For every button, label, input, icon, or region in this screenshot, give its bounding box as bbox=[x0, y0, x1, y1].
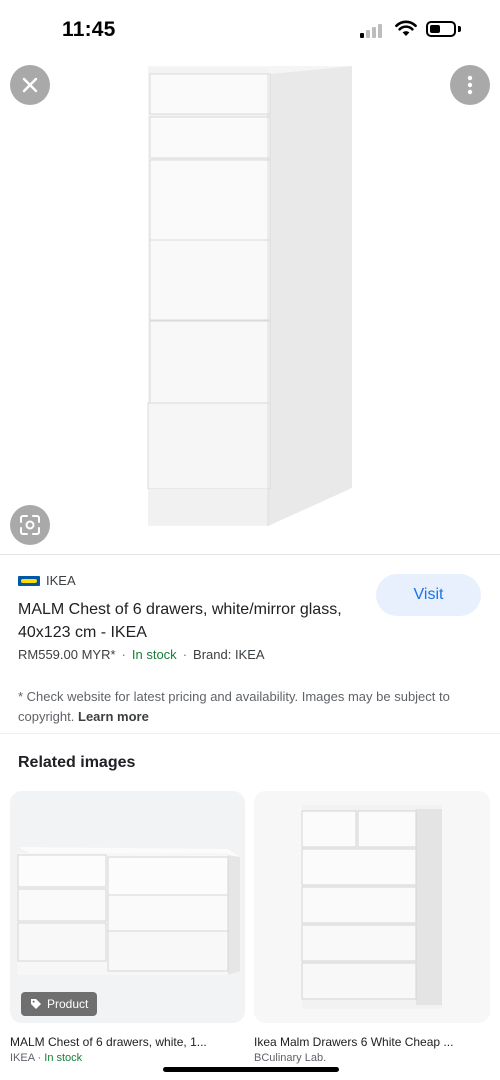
product-chip: Product bbox=[21, 992, 98, 1016]
related-images-heading: Related images bbox=[18, 754, 136, 771]
learn-more-link[interactable]: Learn more bbox=[78, 709, 149, 724]
cellular-signal-icon bbox=[360, 22, 386, 38]
product-image[interactable] bbox=[0, 56, 500, 550]
close-icon bbox=[22, 77, 38, 93]
related-image-thumbnail bbox=[254, 791, 490, 1023]
product-brand: Brand: IKEA bbox=[193, 647, 265, 662]
close-button[interactable] bbox=[10, 65, 50, 105]
source-row[interactable]: IKEA bbox=[18, 573, 76, 588]
more-vertical-icon bbox=[467, 75, 473, 95]
google-lens-icon bbox=[20, 515, 40, 535]
battery-level bbox=[430, 25, 440, 33]
status-bar: 11:45 bbox=[0, 0, 500, 56]
related-image-source: IKEA · In stock bbox=[10, 1052, 83, 1064]
product-title[interactable]: MALM Chest of 6 drawers, white/mirror gl… bbox=[18, 598, 358, 644]
product-chip-label: Product bbox=[47, 997, 89, 1011]
wifi-icon bbox=[395, 20, 417, 36]
related-image-source: BCulinary Lab. bbox=[254, 1052, 327, 1064]
visit-button[interactable]: Visit bbox=[376, 574, 481, 616]
stock-status: In stock bbox=[44, 1052, 83, 1064]
related-image-card[interactable]: Product bbox=[10, 791, 245, 1023]
disclaimer: * Check website for latest pricing and a… bbox=[18, 687, 458, 727]
divider bbox=[0, 733, 500, 734]
source-name: IKEA bbox=[46, 573, 76, 588]
home-indicator[interactable] bbox=[163, 1067, 339, 1072]
divider bbox=[0, 554, 500, 555]
more-options-button[interactable] bbox=[450, 65, 490, 105]
product-price: RM559.00 MYR* bbox=[18, 647, 116, 662]
product-meta: RM559.00 MYR* · In stock · Brand: IKEA bbox=[18, 647, 265, 662]
related-image-caption[interactable]: MALM Chest of 6 drawers, white, 1... bbox=[10, 1035, 245, 1049]
battery-icon bbox=[426, 21, 456, 37]
google-lens-button[interactable] bbox=[10, 505, 50, 545]
ikea-logo-icon bbox=[18, 575, 40, 586]
related-image-card[interactable] bbox=[254, 791, 490, 1023]
related-image-thumbnail bbox=[17, 847, 240, 975]
related-image-caption[interactable]: Ikea Malm Drawers 6 White Cheap ... bbox=[254, 1035, 490, 1049]
tag-icon bbox=[31, 999, 41, 1009]
status-time: 11:45 bbox=[62, 18, 116, 41]
stock-status: In stock bbox=[131, 647, 177, 662]
product-image-viewer bbox=[0, 56, 500, 550]
